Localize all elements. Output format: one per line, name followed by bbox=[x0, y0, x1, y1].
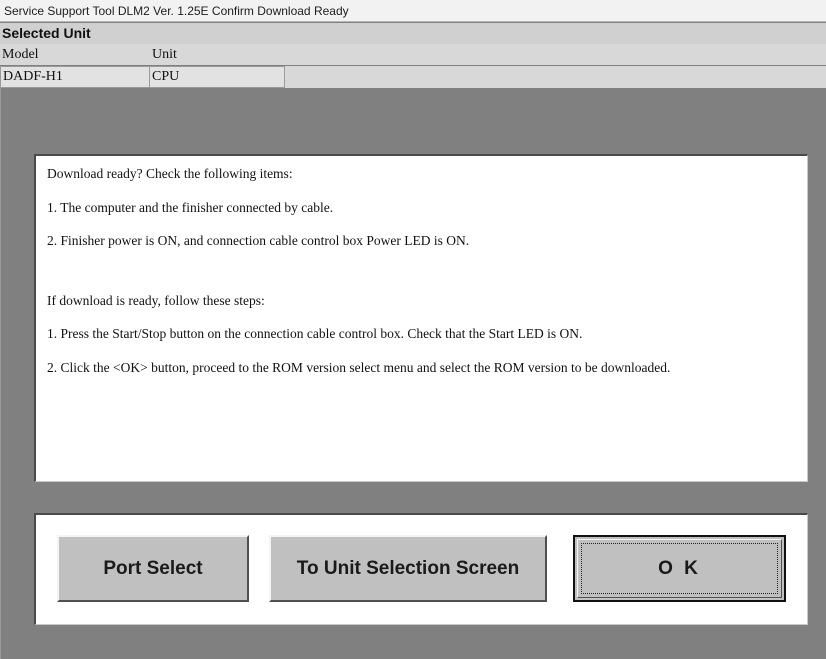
unit-value-cell: CPU bbox=[149, 66, 285, 88]
instruction-line-click-ok: 2. Click the <OK> button, proceed to the… bbox=[47, 360, 671, 375]
ok-button-label: O K bbox=[658, 557, 701, 579]
button-panel: Port Select To Unit Selection Screen O K bbox=[34, 513, 808, 625]
instruction-line-check-items: Download ready? Check the following item… bbox=[47, 166, 293, 181]
ok-button[interactable]: O K bbox=[573, 535, 786, 602]
port-select-button[interactable]: Port Select bbox=[57, 535, 249, 602]
window-title: Service Support Tool DLM2 Ver. 1.25E Con… bbox=[0, 0, 826, 22]
column-header-unit: Unit bbox=[150, 44, 285, 65]
instruction-line-cable: 1. The computer and the finisher connect… bbox=[47, 200, 334, 215]
unit-selection-screen-button[interactable]: To Unit Selection Screen bbox=[269, 535, 547, 602]
instructions-panel: Download ready? Check the following item… bbox=[34, 154, 808, 482]
instruction-line-steps-intro: If download is ready, follow these steps… bbox=[47, 293, 265, 308]
column-header-model: Model bbox=[0, 44, 150, 65]
instruction-line-start-stop: 1. Press the Start/Stop button on the co… bbox=[47, 326, 583, 341]
model-value-cell: DADF-H1 bbox=[0, 66, 150, 88]
selected-unit-header: Selected Unit bbox=[0, 23, 826, 44]
instruction-line-power: 2. Finisher power is ON, and connection … bbox=[47, 233, 470, 248]
